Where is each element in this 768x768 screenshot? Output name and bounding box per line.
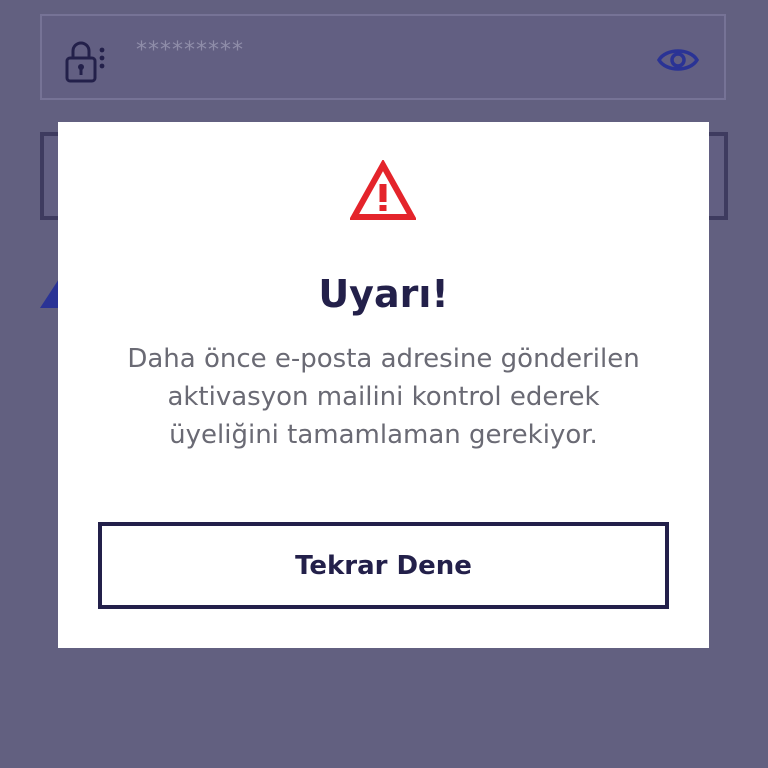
retry-button[interactable]: Tekrar Dene [98,522,669,609]
password-value: ********* [136,38,244,63]
eye-icon[interactable] [656,42,700,78]
warning-triangle-icon [348,158,418,222]
lock-icon [64,38,108,84]
password-field[interactable]: ********* [40,14,726,100]
dialog-title: Uyarı! [318,272,449,316]
dialog-message: Daha önce e-posta adresine gönderilen ak… [127,344,640,450]
alert-dialog: Uyarı! Daha önce e-posta adresine gönder… [58,122,709,648]
